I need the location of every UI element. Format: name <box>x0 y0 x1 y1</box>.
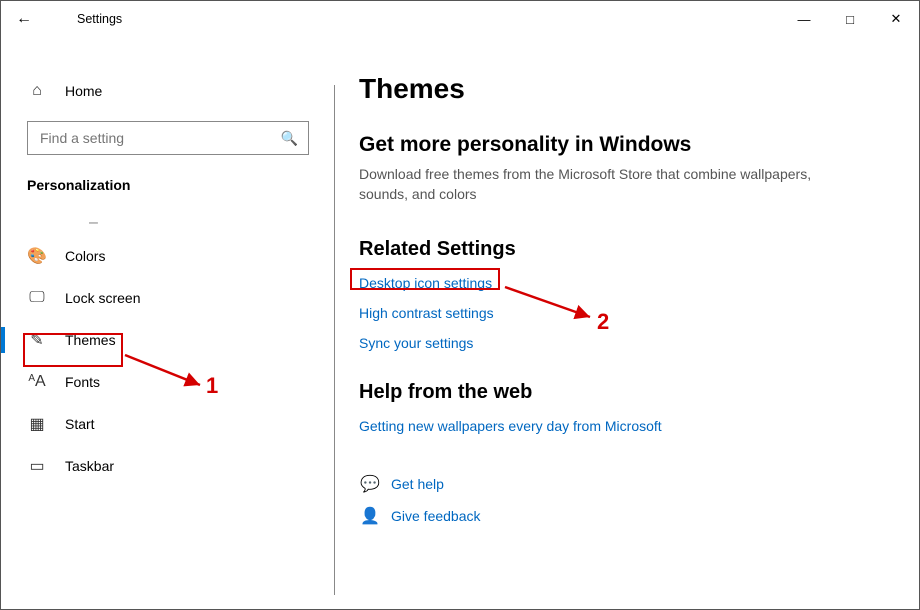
divider <box>334 85 335 595</box>
nav-label: Taskbar <box>47 458 114 474</box>
nav-label: Lock screen <box>47 290 140 306</box>
sync-your-settings-link[interactable]: Sync your settings <box>359 335 473 351</box>
sidebar: ⌂ Home 🔍 Personalization – 🎨 Colors 🖵 Lo… <box>1 37 335 609</box>
nav-label: Themes <box>47 332 116 348</box>
nav-themes[interactable]: ✎ Themes <box>27 319 335 361</box>
back-button[interactable]: ← <box>1 10 47 28</box>
nav-fonts[interactable]: AA Fonts <box>27 361 335 403</box>
minimize-button[interactable]: — <box>781 1 827 37</box>
description: Download free themes from the Microsoft … <box>359 165 859 204</box>
titlebar: ← Settings — □ ✕ <box>1 1 919 37</box>
group-title: Personalization <box>27 177 335 193</box>
lock-screen-icon: 🖵 <box>27 289 47 307</box>
nav-colors[interactable]: 🎨 Colors <box>27 235 335 277</box>
nav-lock-screen[interactable]: 🖵 Lock screen <box>27 277 335 319</box>
get-help-row[interactable]: 💬 Get help <box>359 474 895 494</box>
home-nav[interactable]: ⌂ Home <box>27 73 335 109</box>
main: Themes Get more personality in Windows D… <box>335 37 895 609</box>
nav-placeholder: – <box>27 211 335 235</box>
feedback-row[interactable]: 👤 Give feedback <box>359 506 895 526</box>
feedback-icon: 👤 <box>359 506 381 526</box>
get-help-link[interactable]: Get help <box>391 476 444 492</box>
maximize-button[interactable]: □ <box>827 1 873 37</box>
fonts-icon: AA <box>27 373 47 391</box>
nav-label: Fonts <box>47 374 100 390</box>
home-label: Home <box>47 83 102 99</box>
nav-label: Colors <box>47 248 105 264</box>
close-button[interactable]: ✕ <box>873 1 919 37</box>
search-input[interactable] <box>38 129 281 147</box>
page-title: Themes <box>359 73 895 105</box>
high-contrast-settings-link[interactable]: High contrast settings <box>359 305 494 321</box>
home-icon: ⌂ <box>27 82 47 100</box>
search-icon: 🔍 <box>281 130 298 147</box>
feedback-link[interactable]: Give feedback <box>391 508 481 524</box>
app-title: Settings <box>47 12 122 26</box>
chat-icon: 💬 <box>359 474 381 494</box>
taskbar-icon: ▭ <box>27 456 47 476</box>
nav-taskbar[interactable]: ▭ Taskbar <box>27 445 335 487</box>
start-icon: ▦ <box>27 414 47 434</box>
search-box[interactable]: 🔍 <box>27 121 309 155</box>
themes-icon: ✎ <box>27 330 47 350</box>
palette-icon: 🎨 <box>27 246 47 266</box>
nav-label: Start <box>47 416 95 432</box>
content: ⌂ Home 🔍 Personalization – 🎨 Colors 🖵 Lo… <box>1 37 919 609</box>
sub-title: Get more personality in Windows <box>359 133 895 157</box>
related-settings-heading: Related Settings <box>359 238 895 261</box>
nav-start[interactable]: ▦ Start <box>27 403 335 445</box>
desktop-icon-settings-link[interactable]: Desktop icon settings <box>359 275 492 291</box>
help-from-web-heading: Help from the web <box>359 381 895 404</box>
wallpapers-help-link[interactable]: Getting new wallpapers every day from Mi… <box>359 418 662 434</box>
